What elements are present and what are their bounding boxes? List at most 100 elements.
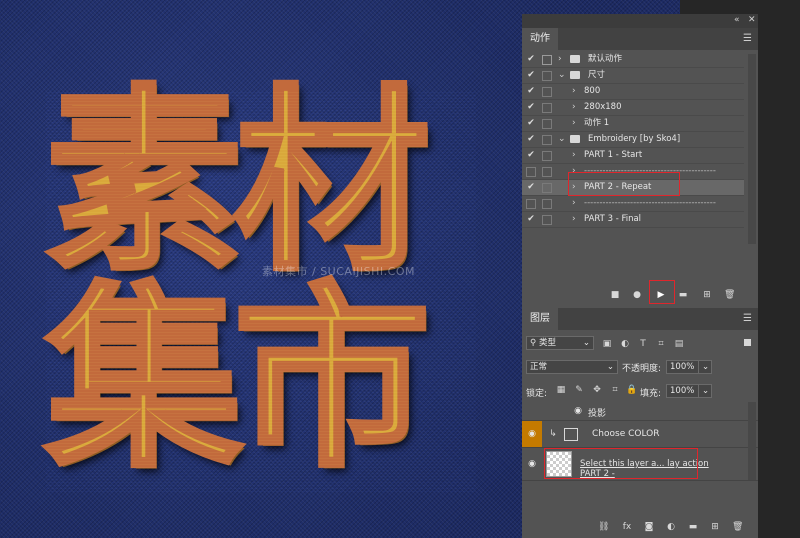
opacity-dropdown[interactable]: ⌄ [698,360,712,374]
check-icon[interactable]: ✔ [526,100,536,115]
layer-row[interactable]: ◉ Select this layer a... lay action PART… [522,448,758,481]
dialog-toggle[interactable] [542,71,552,81]
visibility-toggle[interactable]: ◉ [522,421,542,447]
watermark: 素材集市 / SUCAIJISHI.COM [262,265,415,278]
action-item[interactable]: ✔ › 800 [522,84,744,100]
expand-arrow-icon[interactable]: › [572,116,576,131]
action-item[interactable]: ✔ › PART 3 - Final [522,212,744,228]
eye-icon[interactable]: ◉ [526,458,538,470]
expand-arrow-icon[interactable]: › [572,84,576,99]
type-filter-icon[interactable]: T [638,339,648,349]
expand-arrow-icon[interactable]: › [572,148,576,163]
record-icon[interactable]: ● [632,290,642,300]
folder-icon [570,55,580,63]
check-toggle[interactable] [526,167,536,177]
smartobject-filter-icon[interactable]: ▤ [674,339,684,349]
link-icon[interactable]: ⛓ [598,522,609,532]
actions-scrollbar[interactable] [748,54,756,244]
dialog-toggle[interactable] [542,103,552,113]
action-label: Embroidery [by Sko4] [588,134,681,144]
close-icon[interactable]: ✕ [748,15,756,25]
expand-arrow-icon[interactable]: › [558,52,562,67]
check-icon[interactable]: ✔ [526,68,536,83]
group-icon[interactable]: ▬ [688,522,698,532]
pixel-filter-icon[interactable]: ▣ [602,339,612,349]
layer-name: Choose COLOR [592,429,660,439]
new-action-icon[interactable]: ⊞ [702,290,712,300]
folder-icon[interactable]: ▬ [678,290,688,300]
tab-layers[interactable]: 图层 [522,308,558,330]
blend-mode-select[interactable]: 正常 ⌄ [526,360,618,374]
check-icon[interactable]: ✔ [526,132,536,147]
adjustment-icon[interactable]: ◐ [666,522,676,532]
trash-icon[interactable]: 🗑 [732,522,743,532]
dialog-toggle[interactable] [542,167,552,177]
collapse-icon[interactable]: « [734,15,740,25]
filter-label: 类型 [538,338,556,348]
new-layer-icon[interactable]: ⊞ [710,522,720,532]
lock-artboard-icon[interactable]: ⌗ [610,385,620,395]
check-icon[interactable]: ✔ [526,180,536,195]
trash-icon[interactable]: 🗑 [724,290,735,300]
layer-effect-row[interactable]: ◉ 投影 [522,402,758,421]
action-item[interactable]: ✔ › 动作 1 [522,116,744,132]
dialog-toggle[interactable] [542,87,552,97]
action-set-size[interactable]: ✔ ⌄ 尺寸 [522,68,744,84]
fill-value: 100% [670,386,695,396]
action-set-default[interactable]: ✔ › 默认动作 [522,52,744,68]
lock-position-icon[interactable]: ✥ [592,385,602,395]
check-icon[interactable]: ✔ [526,148,536,163]
actions-tabbar: 动作 ☰ [522,28,758,50]
action-item[interactable]: ✔ › 280x180 [522,100,744,116]
action-item[interactable]: ✔ › PART 1 - Start [522,148,744,164]
adjustment-filter-icon[interactable]: ◐ [620,339,630,349]
opacity-input[interactable]: 100% [666,360,702,374]
dialog-toggle[interactable] [542,215,552,225]
expand-arrow-icon[interactable]: › [572,196,576,211]
check-toggle[interactable] [526,199,536,209]
action-label: PART 3 - Final [584,214,642,224]
check-icon[interactable]: ✔ [526,52,536,67]
check-icon[interactable]: ✔ [526,212,536,227]
check-icon[interactable]: ✔ [526,116,536,131]
panel-dock-bar: « ✕ [522,14,758,28]
embroidered-text-line2: 集市 [43,266,432,494]
tab-actions[interactable]: 动作 [522,28,558,50]
layer-row[interactable]: ◉ ↳ Choose COLOR [522,421,758,448]
lock-transparent-icon[interactable]: ▦ [556,385,566,395]
check-icon[interactable]: ✔ [526,84,536,99]
stop-icon[interactable]: ■ [610,290,620,300]
dialog-toggle[interactable] [542,55,552,65]
action-label: 动作 1 [584,118,610,128]
dialog-toggle[interactable] [542,183,552,193]
lock-brush-icon[interactable]: ✎ [574,385,584,395]
lock-all-icon[interactable]: 🔒 [626,385,637,395]
collapse-arrow-icon[interactable]: ⌄ [558,68,566,83]
shape-filter-icon[interactable]: ⌗ [656,339,666,349]
dialog-toggle[interactable] [542,135,552,145]
fill-dropdown[interactable]: ⌄ [698,384,712,398]
panel-menu-icon[interactable]: ☰ [743,33,752,44]
dialog-toggle[interactable] [542,199,552,209]
folder-open-icon [570,71,580,79]
eye-icon[interactable]: ◉ [572,405,584,417]
action-label: 尺寸 [588,70,606,80]
dialog-toggle[interactable] [542,151,552,161]
folder-open-icon [570,135,580,143]
action-set-embroidery[interactable]: ✔ ⌄ Embroidery [by Sko4] [522,132,744,148]
embroidered-text-line1: 素材 [43,69,432,297]
dialog-toggle[interactable] [542,119,552,129]
fx-icon[interactable]: fx [622,522,632,532]
layers-scrollbar[interactable] [748,402,756,480]
fill-input[interactable]: 100% [666,384,702,398]
collapse-arrow-icon[interactable]: ⌄ [558,132,566,147]
action-separator[interactable]: › --------------------------------------… [522,196,744,212]
filter-toggle-icon[interactable] [744,339,751,346]
layer-filter-select[interactable]: ⚲ 类型 ⌄ [526,336,594,350]
expand-arrow-icon[interactable]: › [572,212,576,227]
clip-arrow-icon: ↳ [549,429,557,439]
chevron-down-icon: ⌄ [702,386,710,396]
mask-icon[interactable]: ◙ [644,522,654,532]
expand-arrow-icon[interactable]: › [572,100,576,115]
panel-menu-icon[interactable]: ☰ [743,313,752,324]
